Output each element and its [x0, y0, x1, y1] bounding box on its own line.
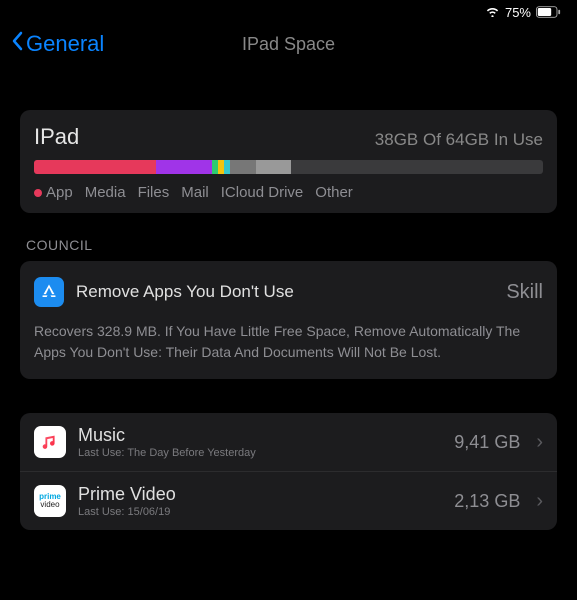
app-last-use: Last Use: 15/06/19	[78, 506, 442, 518]
council-action[interactable]: Skill	[506, 281, 543, 304]
storage-card: IPad 38GB Of 64GB In Use App Media Files Ma…	[20, 110, 557, 213]
app-name: Prime Video	[78, 484, 442, 505]
app-list-item[interactable]: primevideo Prime VideoLast Use: 15/06/19 2…	[20, 471, 557, 530]
council-card[interactable]: Remove Apps You Don't Use Skill Recovers…	[20, 261, 557, 379]
app-icon	[34, 426, 66, 458]
battery-icon	[536, 6, 561, 18]
council-title: Remove Apps You Don't Use	[76, 282, 494, 302]
legend-item: Other	[315, 184, 353, 201]
page-title: IPad Space	[242, 34, 335, 55]
battery-percentage: 75%	[505, 5, 531, 20]
chevron-right-icon: ›	[536, 431, 543, 454]
legend-item: ICloud Drive	[221, 184, 304, 201]
storage-bar	[34, 160, 543, 174]
nav-bar: General IPad Space	[0, 24, 577, 68]
app-list-item[interactable]: MusicLast Use: The Day Before Yesterday 9…	[20, 413, 557, 471]
back-button[interactable]: General	[10, 31, 104, 57]
app-icon: primevideo	[34, 485, 66, 517]
appstore-icon	[34, 277, 64, 307]
app-last-use: Last Use: The Day Before Yesterday	[78, 447, 442, 459]
legend-item: Files	[138, 184, 170, 201]
chevron-left-icon	[10, 31, 24, 57]
storage-seg	[34, 160, 156, 174]
app-size: 2,13 GB	[454, 491, 520, 512]
storage-legend: App Media Files Mail ICloud Drive Other	[34, 184, 543, 201]
legend-item: Mail	[181, 184, 209, 201]
chevron-right-icon: ›	[536, 490, 543, 513]
wifi-icon	[485, 5, 500, 20]
section-header-council: COUNCIL	[26, 237, 557, 253]
storage-seg	[256, 160, 292, 174]
storage-seg	[156, 160, 212, 174]
app-name: Music	[78, 425, 442, 446]
app-list: MusicLast Use: The Day Before Yesterday 9…	[20, 413, 557, 530]
council-description: Recovers 328.9 MB. If You Have Little Fr…	[34, 321, 543, 363]
legend-item: Media	[85, 184, 126, 201]
usage-text: 38GB Of 64GB In Use	[375, 130, 543, 150]
back-label: General	[26, 31, 104, 57]
device-name: IPad	[34, 124, 79, 150]
app-size: 9,41 GB	[454, 432, 520, 453]
legend-item: App	[34, 184, 73, 201]
storage-seg	[230, 160, 255, 174]
status-bar: 75%	[0, 0, 577, 24]
